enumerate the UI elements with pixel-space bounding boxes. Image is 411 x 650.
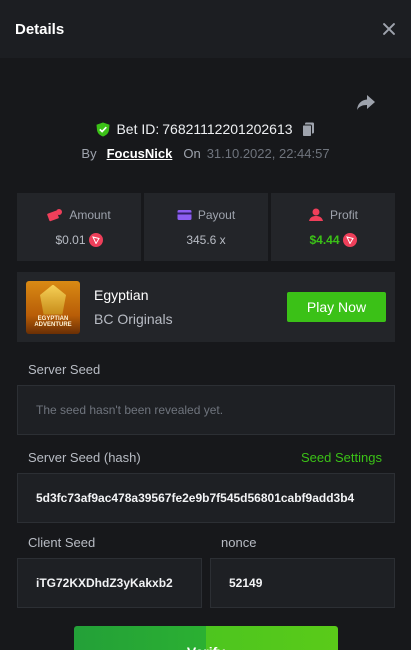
stat-amount: Amount $0.01 [17, 193, 141, 261]
copy-icon[interactable] [301, 122, 315, 137]
game-provider: BC Originals [94, 311, 173, 327]
bet-id-row: Bet ID: 76821112201202613 [0, 119, 411, 139]
nonce-label: nonce [221, 535, 257, 550]
payout-value: 345.6 x [186, 232, 226, 247]
server-seed-hash-label: Server Seed (hash) [28, 450, 141, 465]
by-label: By [81, 145, 97, 161]
bet-datetime: 31.10.2022, 22:44:57 [206, 145, 330, 161]
server-seed-field[interactable]: The seed hasn't been revealed yet. [17, 385, 395, 435]
client-seed-field[interactable]: iTG72KXDhdZ3yKakxb2 [17, 558, 202, 608]
game-card: EGYPTIAN ADVENTURE Egyptian BC Originals… [17, 272, 395, 342]
stat-payout: Payout 345.6 x [144, 193, 268, 261]
shield-check-icon [96, 122, 110, 136]
details-header: Details [0, 0, 411, 58]
game-name: Egyptian [94, 287, 149, 303]
verify-button[interactable]: Verify [74, 626, 338, 650]
trx-coin-icon [88, 232, 103, 247]
bet-meta-row: By FocusNick On 31.10.2022, 22:44:57 [0, 143, 411, 163]
game-thumbnail[interactable]: EGYPTIAN ADVENTURE [26, 280, 80, 334]
on-label: On [183, 145, 201, 161]
amount-label: Amount [69, 207, 111, 222]
game-thumbnail-title: EGYPTIAN ADVENTURE [34, 315, 72, 328]
nonce-field[interactable]: 52149 [210, 558, 395, 608]
payout-icon [177, 209, 192, 220]
play-now-button[interactable]: Play Now [287, 292, 386, 322]
bet-stats: Amount $0.01 Payout 345.6 x Profit $4.44 [17, 193, 395, 261]
bet-id-value: 76821112201202613 [162, 121, 293, 137]
username-link[interactable]: FocusNick [107, 146, 173, 161]
seed-settings-link[interactable]: Seed Settings [301, 450, 382, 465]
amount-icon [47, 208, 63, 221]
pharaoh-icon [40, 284, 66, 315]
amount-value: $0.01 [55, 232, 86, 247]
payout-label: Payout [197, 207, 236, 222]
server-seed-label: Server Seed [28, 362, 101, 377]
trx-coin-icon [342, 232, 357, 247]
profit-label: Profit [329, 207, 358, 222]
bet-id-label: Bet ID: [116, 121, 160, 137]
profit-value: $4.44 [309, 232, 340, 247]
server-seed-hash-field[interactable]: 5d3fc73af9ac478a39567fe2e9b7f545d56801ca… [17, 473, 395, 523]
stat-profit: Profit $4.44 [271, 193, 395, 261]
share-icon[interactable] [356, 94, 376, 111]
client-seed-label: Client Seed [28, 535, 96, 550]
page-title: Details [15, 20, 65, 38]
close-icon[interactable] [381, 21, 397, 37]
profit-icon [308, 208, 323, 221]
